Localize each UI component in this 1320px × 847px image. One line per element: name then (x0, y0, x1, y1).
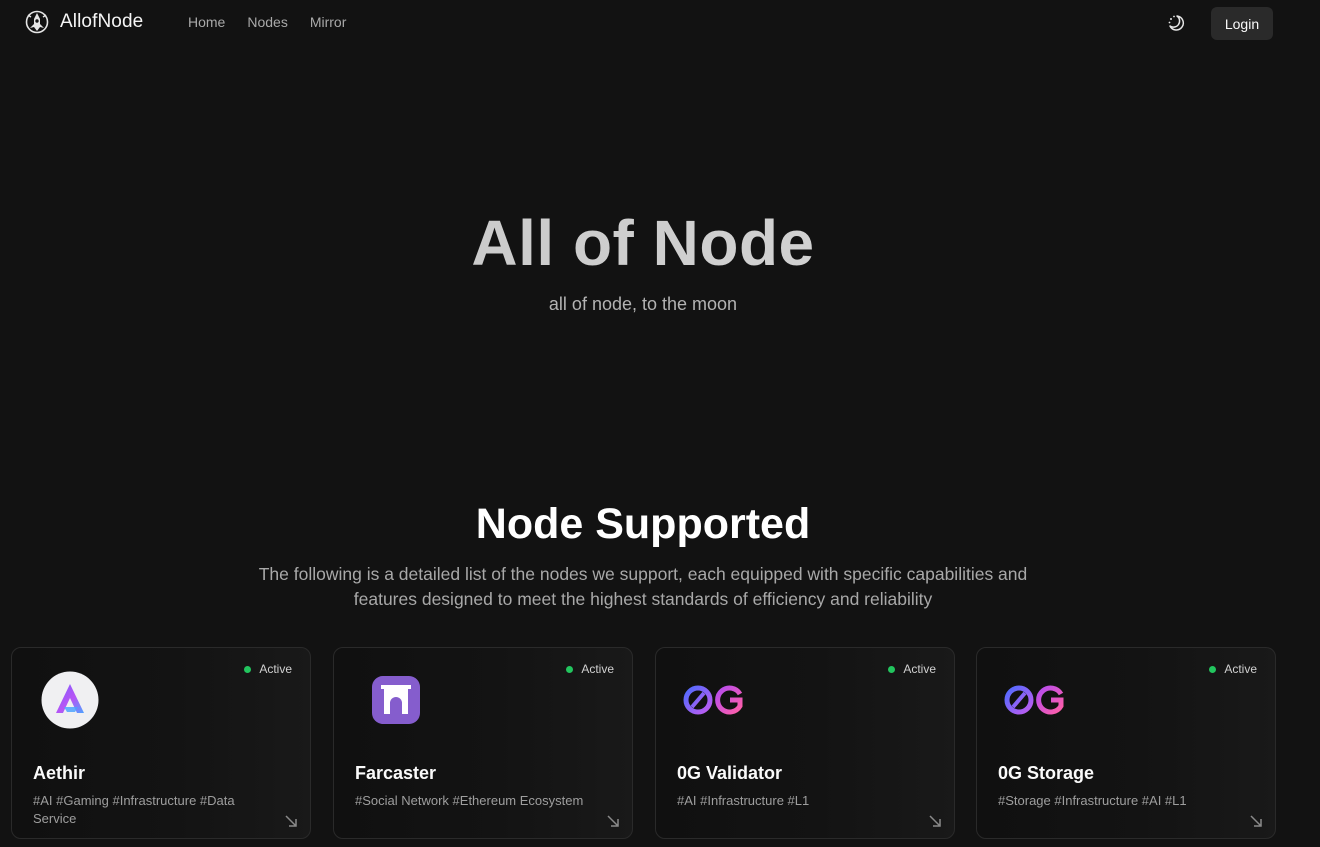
card-tags: #Social Network #Ethereum Ecosystem (355, 793, 584, 808)
status-dot (1209, 665, 1217, 673)
moon-sun-toggle-icon (1168, 15, 1185, 31)
node-card-0g-validator[interactable]: Active 0G Validator #AI #Infrastructure … (655, 647, 955, 839)
status-dot (244, 665, 252, 673)
hero-title: All of Node (0, 206, 1286, 280)
nav-link-nodes[interactable]: Nodes (247, 14, 287, 30)
card-tags: #Storage #Infrastructure #AI #L1 (998, 793, 1187, 808)
status-badge: Active (244, 662, 292, 676)
card-title: 0G Storage (998, 763, 1095, 783)
arrow-down-right-icon (607, 815, 619, 827)
0g-logo-icon (1004, 685, 1064, 715)
node-logo-icon (25, 10, 49, 34)
section-title: Node Supported (475, 500, 811, 548)
arrow-down-right-icon (285, 815, 297, 827)
navbar: AllofNode Home Nodes Mirror Login (0, 0, 1320, 46)
nav-link-mirror[interactable]: Mirror (310, 14, 347, 30)
status-badge: Active (566, 662, 614, 676)
theme-toggle-button[interactable] (1164, 11, 1188, 35)
card-tags: #AI #Gaming #Infrastructure #Data Servic… (33, 793, 235, 826)
brand-name: AllofNode (60, 11, 144, 32)
arrow-down-right-icon (929, 815, 941, 827)
nav-link-home[interactable]: Home (188, 14, 225, 30)
arrow-down-right-icon (1250, 815, 1262, 827)
section-description: The following is a detailed list of the … (258, 564, 1028, 609)
hero-subtitle: all of node, to the moon (548, 294, 738, 314)
status-label: Active (903, 662, 936, 676)
card-title: Aethir (33, 763, 86, 783)
node-card-0g-storage[interactable]: Active 0G Storage #Storage #Infrastructu… (976, 647, 1276, 839)
status-dot (566, 665, 574, 673)
nav-links: Home Nodes Mirror (188, 14, 346, 30)
status-label: Active (1224, 662, 1257, 676)
status-label: Active (581, 662, 614, 676)
node-card-farcaster[interactable]: Active Farcaster #Social Network #Ethere… (333, 647, 633, 839)
0g-logo-icon (683, 685, 743, 715)
login-button[interactable]: Login (1211, 7, 1273, 40)
card-title: 0G Validator (677, 763, 783, 783)
card-title: Farcaster (355, 763, 437, 783)
status-dot (888, 665, 896, 673)
farcaster-logo-icon (372, 676, 420, 724)
card-tags: #AI #Infrastructure #L1 (677, 793, 810, 808)
aethir-logo-icon (41, 671, 99, 729)
brand-link[interactable]: AllofNode (24, 8, 143, 36)
status-badge: Active (1209, 662, 1257, 676)
status-label: Active (259, 662, 292, 676)
status-badge: Active (888, 662, 936, 676)
node-card-aethir[interactable]: Active Aethir #AI #Gaming #Infrastructur… (11, 647, 311, 839)
